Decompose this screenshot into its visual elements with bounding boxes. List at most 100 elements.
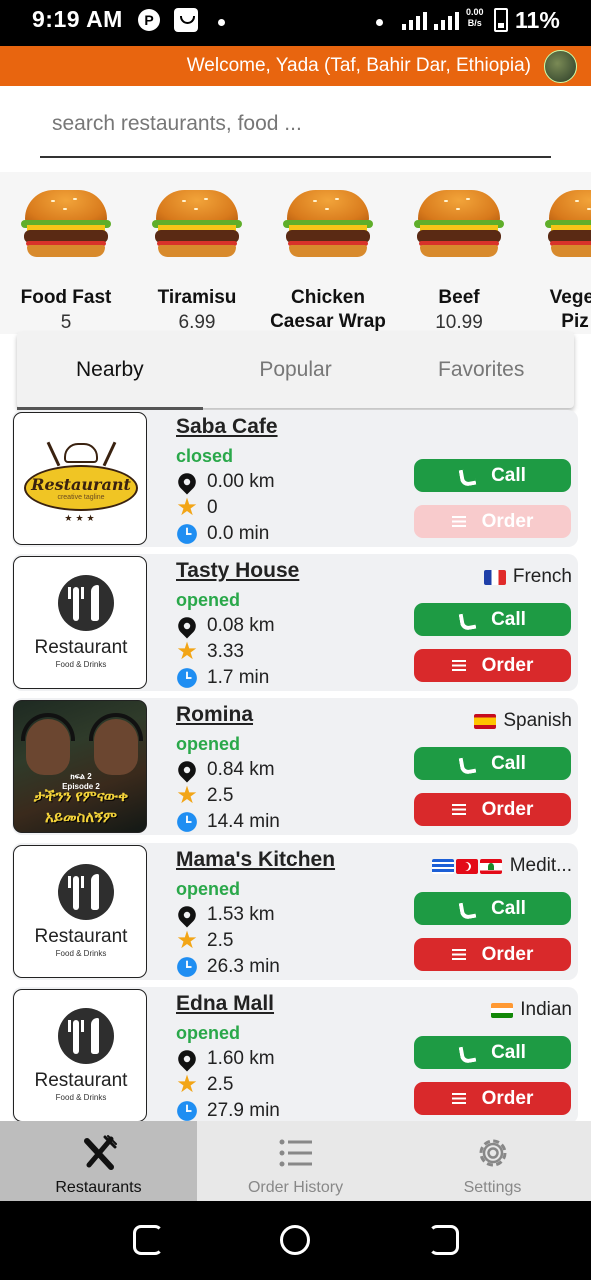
distance-row: 0.84 km: [174, 757, 275, 783]
search-input[interactable]: [52, 112, 542, 136]
star-icon: ★: [176, 638, 198, 665]
burger-image: [414, 190, 504, 258]
call-button[interactable]: Call: [414, 1036, 571, 1069]
india-flag-icon: [490, 1002, 513, 1018]
rating-row: ★ 2.5: [176, 782, 234, 809]
restaurant-status: opened: [176, 734, 241, 754]
food-item[interactable]: Veget Piz: [525, 172, 591, 334]
welcome-text: Welcome, Yada (Taf, Bahir Dar, Ethiopia): [186, 55, 531, 76]
phone-icon: [459, 613, 473, 627]
time-row: 1.7 min: [176, 667, 269, 689]
system-nav-bar: [0, 1201, 591, 1280]
location-pin-icon: [174, 613, 200, 639]
food-name: Chicken Caesar Wrap: [270, 287, 386, 332]
restaurant-card[interactable]: Restaurant creative tagline ★★★ Saba Caf…: [12, 410, 578, 547]
food-item[interactable]: Chicken Caesar Wrap: [263, 172, 393, 334]
phone-icon: [459, 902, 473, 916]
bottom-nav: Restaurants Order History Settings: [0, 1121, 591, 1201]
food-name: Food Fast: [20, 287, 112, 308]
search-bar[interactable]: [40, 100, 551, 158]
logo-title-line1: ታችንን የምናውቀ: [33, 788, 129, 805]
restaurant-list[interactable]: Restaurant creative tagline ★★★ Saba Caf…: [0, 408, 591, 1122]
france-flag-icon: [483, 569, 506, 585]
restaurant-status: opened: [176, 1023, 241, 1043]
app-notification-icon: P: [138, 9, 160, 31]
list-icon: [451, 660, 466, 671]
tab-bar: Nearby Popular Favorites: [17, 332, 574, 410]
avatar[interactable]: [544, 50, 577, 83]
logo-title: Restaurant: [34, 1070, 128, 1091]
clock-icon: [177, 957, 197, 977]
signal-icon-2: [434, 10, 459, 30]
order-button[interactable]: Order: [414, 1082, 571, 1115]
rating-row: ★ 3.33: [176, 638, 244, 665]
restaurant-name[interactable]: Tasty House: [176, 559, 299, 583]
logo-subtitle: Food & Drinks: [55, 660, 107, 669]
call-button[interactable]: Call: [414, 459, 571, 492]
star-icon: ★: [176, 1071, 198, 1098]
lebanon-flag-icon: [480, 858, 503, 874]
battery-icon: [494, 8, 508, 32]
time-row: 14.4 min: [176, 811, 280, 833]
food-item[interactable]: Tiramisu 6.99: [132, 172, 262, 334]
nav-label: Settings: [463, 1179, 522, 1196]
cuisine-label: Indian: [490, 999, 572, 1021]
restaurant-logo: Restaurant Food & Drinks: [13, 989, 147, 1122]
restaurant-logo: Restaurant Food & Drinks: [13, 845, 147, 978]
status-time: 9:19 AM: [32, 6, 123, 32]
back-icon[interactable]: [429, 1225, 459, 1255]
signal-icon: [402, 10, 427, 30]
restaurant-name[interactable]: Mama's Kitchen: [176, 848, 335, 872]
utensils-crossed-icon: [83, 1135, 117, 1170]
recent-apps-icon[interactable]: [133, 1225, 163, 1255]
call-button[interactable]: Call: [414, 892, 571, 925]
list-icon: [451, 516, 466, 527]
nav-restaurants[interactable]: Restaurants: [0, 1121, 197, 1201]
burger-image: [152, 190, 242, 258]
burger-image: [545, 190, 591, 258]
logo-subtitle: Food & Drinks: [55, 949, 107, 958]
time-row: 27.9 min: [176, 1100, 280, 1122]
logo-title: Restaurant: [31, 475, 131, 494]
star-icon: ★: [176, 494, 198, 521]
tab-nearby[interactable]: Nearby: [17, 332, 203, 410]
restaurant-card[interactable]: Restaurant Food & Drinks Mama's Kitchen …: [12, 843, 578, 980]
food-item[interactable]: Beef 10.99: [394, 172, 524, 334]
clock-icon: [177, 524, 197, 544]
food-name: Beef: [438, 287, 480, 308]
tab-favorites[interactable]: Favorites: [388, 332, 574, 408]
nav-label: Restaurants: [55, 1179, 142, 1196]
clock-icon: [177, 1101, 197, 1121]
nav-settings[interactable]: Settings: [394, 1121, 591, 1201]
phone-icon: [459, 469, 473, 483]
call-button[interactable]: Call: [414, 747, 571, 780]
tab-popular[interactable]: Popular: [203, 332, 389, 408]
order-button[interactable]: Order: [414, 505, 571, 538]
network-speed: 0.00 B/s: [466, 7, 484, 28]
nav-order-history[interactable]: Order History: [197, 1121, 394, 1201]
restaurant-name[interactable]: Romina: [176, 703, 253, 727]
greece-flag-icon: [432, 858, 455, 874]
order-button[interactable]: Order: [414, 649, 571, 682]
restaurant-name[interactable]: Saba Cafe: [176, 415, 278, 439]
notification-dot-icon: [218, 19, 225, 26]
restaurant-status: opened: [176, 590, 241, 610]
distance-row: 0.00 km: [174, 469, 275, 495]
order-button[interactable]: Order: [414, 938, 571, 971]
home-icon[interactable]: [280, 1225, 310, 1255]
restaurant-name[interactable]: Edna Mall: [176, 992, 274, 1016]
dot-icon: [376, 19, 383, 26]
restaurant-card[interactable]: ክፍል 2 Episode 2 ታችንን የምናውቀ አይመስለኝም Romina …: [12, 698, 578, 835]
restaurant-card[interactable]: Restaurant Food & Drinks Tasty House Fre…: [12, 554, 578, 691]
restaurant-card[interactable]: Restaurant Food & Drinks Edna Mall India…: [12, 987, 578, 1122]
food-carousel[interactable]: Food Fast 5 Tiramisu 6.99 Chicken Caesar…: [0, 172, 591, 334]
list-icon: [451, 949, 466, 960]
list-icon: [279, 1139, 312, 1167]
phone-icon: [459, 757, 473, 771]
call-button[interactable]: Call: [414, 603, 571, 636]
rating-row: ★ 2.5: [176, 927, 234, 954]
food-item[interactable]: Food Fast 5: [1, 172, 131, 334]
food-name: Veget Piz: [549, 287, 591, 332]
phone-icon: [459, 1046, 473, 1060]
order-button[interactable]: Order: [414, 793, 571, 826]
